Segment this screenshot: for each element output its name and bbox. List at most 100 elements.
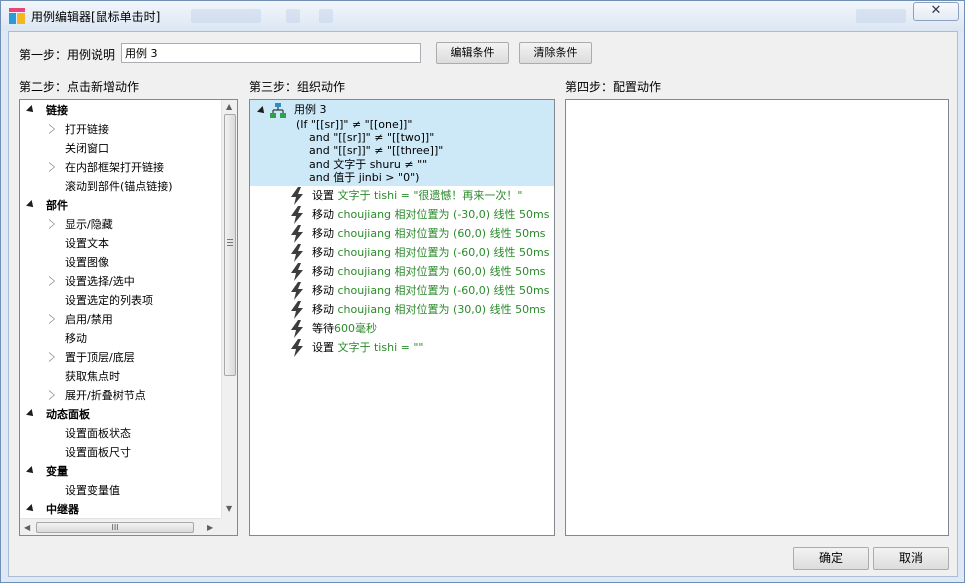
action-row[interactable]: 移动 choujiang 相对位置为 (60,0) 线性 50ms <box>290 224 550 243</box>
tree-item-label: 动态面板 <box>46 408 90 421</box>
tree-item-label: 设置选择/选中 <box>65 275 135 288</box>
clear-condition-button[interactable]: 清除条件 <box>519 42 592 64</box>
action-row[interactable]: 移动 choujiang 相对位置为 (-60,0) 线性 50ms <box>290 243 550 262</box>
tree-action-item[interactable]: 关闭窗口 <box>20 139 220 158</box>
lightning-icon <box>291 225 303 243</box>
action-detail: 600毫秒 <box>334 322 377 335</box>
action-tree: 链接打开链接关闭窗口 在内部框架打开链接滚动到部件(锚点链接) 部件 显示/隐藏 设置文… <box>19 99 238 536</box>
collapsed-arrow-icon[interactable] <box>49 124 55 134</box>
case-actions-panel: 用例 3 (If "[[sr]]" ≠ "[[one]]" and "[[sr]… <box>249 99 555 536</box>
expanded-arrow-icon[interactable] <box>26 105 36 115</box>
tree-item-label: 设置选定的列表项 <box>65 294 153 307</box>
tree-action-item[interactable]: 设置文本 <box>20 234 220 253</box>
tree-action-item[interactable]: 启用/禁用 <box>20 310 220 329</box>
tree-action-item[interactable]: 滚动到部件(锚点链接) <box>20 177 220 196</box>
action-text: 移动 choujiang 相对位置为 (-60,0) 线性 50ms <box>312 243 550 262</box>
action-verb: 移动 <box>312 284 334 297</box>
action-row[interactable]: 移动 choujiang 相对位置为 (30,0) 线性 50ms <box>290 300 550 319</box>
case-editor-window: 用例编辑器[鼠标单击时] ✕ 第一步：用例说明 编辑条件 清除条件 第二步：点击… <box>0 0 965 583</box>
close-button[interactable]: ✕ <box>913 2 959 21</box>
tree-vertical-scrollbar[interactable]: ▲ ▼ <box>221 100 237 518</box>
tree-horizontal-thumb[interactable]: III <box>36 522 194 533</box>
tree-item-label: 展开/折叠树节点 <box>65 389 146 402</box>
action-row[interactable]: 等待600毫秒 <box>290 319 550 338</box>
title-bar[interactable]: 用例编辑器[鼠标单击时] ✕ <box>1 1 964 31</box>
expanded-arrow-icon[interactable] <box>26 200 36 210</box>
step1-label: 第一步：用例说明 <box>19 48 116 62</box>
tree-item-label: 滚动到部件(锚点链接) <box>65 180 173 193</box>
action-row[interactable]: 移动 choujiang 相对位置为 (-30,0) 线性 50ms <box>290 205 550 224</box>
action-verb: 设置 <box>312 341 334 354</box>
condition-line: and 文字于 shuru ≠ "" <box>309 158 428 171</box>
expanded-arrow-icon[interactable] <box>26 466 36 476</box>
collapsed-arrow-icon[interactable] <box>49 162 55 172</box>
tree-action-item[interactable]: 设置变量值 <box>20 481 220 500</box>
tree-action-item[interactable]: 设置面板尺寸 <box>20 443 220 462</box>
tree-action-item[interactable]: 设置面板状态 <box>20 424 220 443</box>
collapsed-arrow-icon[interactable] <box>49 390 55 400</box>
scroll-right-icon[interactable]: ▶ <box>207 523 213 532</box>
tree-action-item[interactable]: 置于顶层/底层 <box>20 348 220 367</box>
cancel-button[interactable]: 取消 <box>873 547 949 570</box>
lightning-icon <box>291 187 303 205</box>
ok-button[interactable]: 确定 <box>793 547 869 570</box>
action-row[interactable]: 移动 choujiang 相对位置为 (60,0) 线性 50ms <box>290 262 550 281</box>
window-title: 用例编辑器[鼠标单击时] <box>31 10 161 24</box>
action-detail: choujiang 相对位置为 (30,0) 线性 50ms <box>337 303 546 316</box>
tree-category[interactable]: 中继器 <box>20 500 220 519</box>
tree-action-item[interactable]: 打开链接 <box>20 120 220 139</box>
tree-category[interactable]: 链接 <box>20 101 220 120</box>
tree-horizontal-scrollbar[interactable]: ◀ III ▶ <box>20 518 221 535</box>
background-blur <box>191 9 261 23</box>
collapsed-arrow-icon[interactable] <box>49 276 55 286</box>
case-row-selected[interactable]: 用例 3 (If "[[sr]]" ≠ "[[one]]" and "[[sr]… <box>250 100 554 186</box>
tree-item-label: 移动 <box>65 332 87 345</box>
lightning-icon <box>291 320 303 338</box>
case-name-input[interactable] <box>121 43 421 63</box>
collapsed-arrow-icon[interactable] <box>49 352 55 362</box>
collapsed-arrow-icon[interactable] <box>49 314 55 324</box>
tree-action-item[interactable]: 显示/隐藏 <box>20 215 220 234</box>
dialog-body: 第一步：用例说明 编辑条件 清除条件 第二步：点击新增动作 第三步：组织动作 第… <box>8 31 958 577</box>
tree-action-item[interactable]: 设置选择/选中 <box>20 272 220 291</box>
tree-item-label: 设置变量值 <box>65 484 120 497</box>
action-verb: 移动 <box>312 208 334 221</box>
scroll-left-icon[interactable]: ◀ <box>24 523 30 532</box>
action-row[interactable]: 移动 choujiang 相对位置为 (-60,0) 线性 50ms <box>290 281 550 300</box>
tree-action-item[interactable]: 移动 <box>20 329 220 348</box>
lightning-icon <box>291 263 303 281</box>
tree-action-item[interactable]: 在内部框架打开链接 <box>20 158 220 177</box>
tree-category[interactable]: 动态面板 <box>20 405 220 424</box>
tree-item-label: 链接 <box>46 104 68 117</box>
tree-category[interactable]: 部件 <box>20 196 220 215</box>
action-text: 设置 文字于 tishi = "" <box>312 338 423 357</box>
condition-line: and "[[sr]]" ≠ "[[three]]" <box>309 144 444 157</box>
tree-item-label: 打开链接 <box>65 123 109 136</box>
background-blur <box>319 9 333 23</box>
close-icon: ✕ <box>930 3 942 18</box>
tree-category[interactable]: 变量 <box>20 462 220 481</box>
scroll-down-icon[interactable]: ▼ <box>226 504 232 513</box>
tree-action-item[interactable]: 获取焦点时 <box>20 367 220 386</box>
action-detail: 文字于 tishi = "" <box>337 341 424 354</box>
edit-condition-button[interactable]: 编辑条件 <box>436 42 509 64</box>
tree-action-item[interactable]: 展开/折叠树节点 <box>20 386 220 405</box>
expanded-arrow-icon[interactable] <box>26 504 36 514</box>
action-text: 移动 choujiang 相对位置为 (-30,0) 线性 50ms <box>312 205 550 224</box>
action-verb: 等待 <box>312 322 334 335</box>
action-text: 移动 choujiang 相对位置为 (60,0) 线性 50ms <box>312 262 546 281</box>
tree-action-item[interactable]: 设置选定的列表项 <box>20 291 220 310</box>
scroll-up-icon[interactable]: ▲ <box>226 102 232 111</box>
action-verb: 移动 <box>312 246 334 259</box>
action-row[interactable]: 设置 文字于 tishi = "" <box>290 338 550 357</box>
tree-item-label: 获取焦点时 <box>65 370 120 383</box>
collapsed-arrow-icon[interactable] <box>49 219 55 229</box>
expanded-arrow-icon[interactable] <box>26 409 36 419</box>
action-detail: choujiang 相对位置为 (60,0) 线性 50ms <box>337 227 546 240</box>
expand-case-icon[interactable] <box>257 106 267 116</box>
tree-item-label: 设置面板尺寸 <box>65 446 131 459</box>
action-verb: 移动 <box>312 227 334 240</box>
tree-action-item[interactable]: 设置图像 <box>20 253 220 272</box>
action-row[interactable]: 设置 文字于 tishi = "很遗憾！再来一次！" <box>290 186 550 205</box>
tree-vertical-thumb[interactable] <box>224 114 236 376</box>
